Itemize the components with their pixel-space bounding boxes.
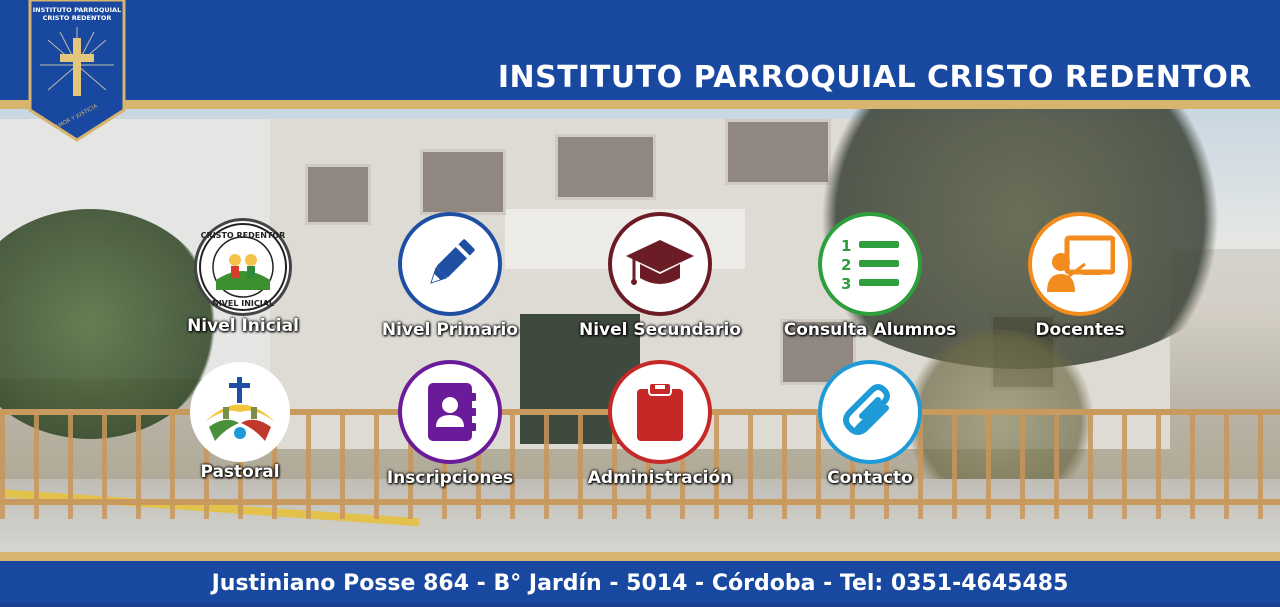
site-title: INSTITUTO PARROQUIAL CRISTO REDENTOR [497,60,1252,95]
menu-label: Nivel Secundario [579,320,741,340]
footer-address: Justiniano Posse 864 - B° Jardín - 5014 … [0,561,1280,603]
gold-divider-top [0,100,1280,109]
contact-book-icon [398,360,502,464]
nivel-inicial-bottom-text: NIVEL INICIAL [212,299,274,308]
menu-nivel-inicial[interactable]: CRISTO REDENTOR NIVEL INICIAL Nivel Inic… [143,218,343,336]
menu-inscripciones[interactable]: Inscripciones [350,360,550,488]
menu-nivel-primario[interactable]: Nivel Primario [350,212,550,340]
menu-label: Contacto [827,468,913,488]
menu-label: Consulta Alumnos [783,320,957,340]
pastoral-logo [190,362,290,462]
menu-label: Pastoral [200,462,280,482]
menu-label: Administración [587,468,733,488]
teacher-icon [1028,212,1132,316]
menu-nivel-secundario[interactable]: Nivel Secundario [560,212,760,340]
graduation-cap-icon [608,212,712,316]
nivel-inicial-top-text: CRISTO REDENTOR [201,231,286,240]
pencil-icon [398,212,502,316]
school-crest-logo[interactable]: INSTITUTO PARROQUIAL CRISTO REDENTOR AMO… [28,0,126,142]
numbered-list-icon: 1 2 3 [818,212,922,316]
menu-docentes[interactable]: Docentes [980,212,1180,340]
svg-text:1: 1 [841,237,851,255]
menu-consulta-alumnos[interactable]: 1 2 3 Consulta Alumnos [770,212,970,340]
nivel-inicial-logo: CRISTO REDENTOR NIVEL INICIAL [194,218,292,316]
menu-contacto[interactable]: Contacto [770,360,970,488]
svg-text:2: 2 [841,256,851,274]
menu-label: Nivel Primario [381,320,519,340]
paperclip-icon [818,360,922,464]
menu-label: Docentes [1035,320,1125,340]
menu-administracion[interactable]: Administración [560,360,760,488]
crest-line2: CRISTO REDENTOR [43,14,112,22]
menu-pastoral[interactable]: Pastoral [140,362,340,482]
gold-divider-bottom [0,552,1280,561]
menu-label: Inscripciones [386,468,514,488]
svg-text:3: 3 [841,275,851,292]
crest-line1: INSTITUTO PARROQUIAL [33,6,121,14]
menu-label: Nivel Inicial [187,316,299,336]
clipboard-icon [608,360,712,464]
